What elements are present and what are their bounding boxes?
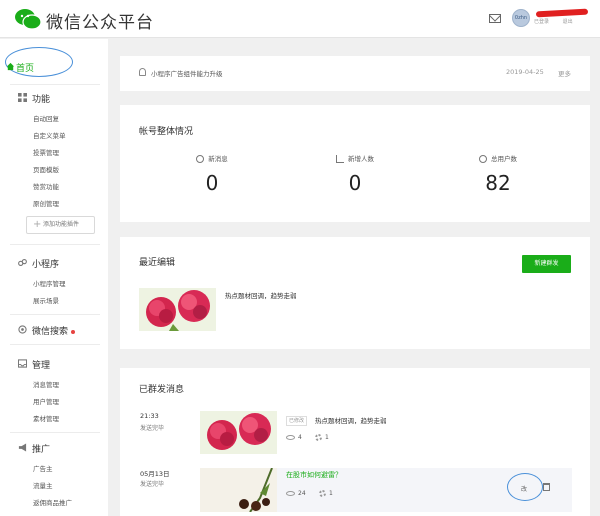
sidebar-group-promotion[interactable]: 推广 — [32, 442, 50, 455]
grid-icon — [18, 93, 27, 102]
megaphone-icon — [18, 443, 27, 452]
sent-messages-card: 已群发消息 21:33 发送完毕 已修改 热点题材回调，趋势走弱 4 1 05月… — [120, 368, 590, 516]
sidebar-group-manage[interactable]: 管理 — [32, 358, 50, 371]
stat-label: 新消息 — [152, 153, 272, 163]
logout-link[interactable]: 退出 — [563, 19, 573, 25]
views-metric: 24 — [286, 490, 306, 497]
notice-text[interactable]: 小程序广告组件能力升级 — [151, 68, 223, 78]
edit-button[interactable]: 改 — [521, 484, 527, 493]
like-icon — [319, 490, 326, 497]
add-plugin-label: 添加功能插件 — [43, 221, 80, 228]
article-thumbnail[interactable] — [139, 288, 216, 331]
likes-metric: 1 — [319, 490, 333, 497]
sent-status[interactable]: 发送完毕 — [140, 479, 164, 488]
sidebar-item-page-template[interactable]: 页面模版 — [33, 164, 59, 174]
divider — [10, 244, 100, 245]
sidebar-item-publisher[interactable]: 流量主 — [33, 480, 53, 490]
logged-in-label: 已登录 — [534, 19, 550, 25]
sidebar-group-wechat-search[interactable]: 微信搜索 — [32, 324, 76, 337]
stat-label: 总用户数 — [438, 153, 558, 163]
carnation-image — [200, 411, 277, 454]
stat-new-followers[interactable]: 新增人数 0 — [295, 153, 415, 195]
views-metric: 4 — [286, 434, 302, 441]
sidebar-group-mini-program[interactable]: 小程序 — [32, 257, 59, 270]
sent-status[interactable]: 发送完毕 — [140, 423, 164, 432]
divider — [10, 344, 100, 345]
mail-icon[interactable] — [489, 14, 501, 23]
add-plugin-button[interactable]: + 添加功能插件 — [26, 216, 95, 234]
modified-tag: 已修改 — [286, 416, 308, 426]
sidebar-item-custom-menu[interactable]: 自定义菜单 — [33, 130, 66, 140]
sidebar-item-material-manage[interactable]: 素材管理 — [33, 413, 59, 423]
notice-more-link[interactable]: 更多 — [558, 68, 571, 78]
divider — [10, 314, 100, 315]
sidebar-item-advertiser[interactable]: 广告主 — [33, 463, 53, 473]
notice-date: 2019-04-25 — [506, 68, 544, 76]
article-thumbnail[interactable] — [200, 411, 277, 454]
wechat-logo-icon — [15, 9, 42, 30]
search-badge-icon — [18, 325, 27, 334]
bell-icon — [139, 68, 146, 76]
stat-value: 0 — [205, 171, 219, 195]
home-icon — [6, 62, 15, 71]
sent-item-title[interactable]: 热点题材回调，趋势走弱 — [315, 415, 387, 425]
wechat-search-label: 微信搜索 — [32, 327, 69, 337]
recent-edits-card: 最近编辑 新建群发 热点题材回调，趋势走弱 — [120, 237, 590, 349]
eye-icon — [286, 435, 295, 440]
message-icon — [196, 155, 205, 163]
sidebar-group-features[interactable]: 功能 — [32, 92, 50, 105]
sent-time: 21:33 — [140, 412, 159, 420]
sidebar-item-vote[interactable]: 投票管理 — [33, 147, 59, 157]
likes-metric: 1 — [315, 434, 329, 441]
sidebar-item-home[interactable]: 首页 — [16, 61, 34, 74]
trash-icon[interactable] — [543, 483, 550, 491]
sent-title: 已群发消息 — [139, 385, 185, 395]
user-links: 已登录 退出 — [534, 18, 585, 25]
divider — [10, 432, 100, 433]
sidebar-item-auto-reply[interactable]: 自动回复 — [33, 113, 59, 123]
sidebar-item-original[interactable]: 原创管理 — [33, 198, 59, 208]
stat-value: 82 — [485, 171, 511, 195]
overview-title: 帐号整体情况 — [139, 127, 194, 137]
chestnut-image — [200, 468, 277, 512]
sidebar-item-display-scene[interactable]: 展示场景 — [33, 295, 59, 305]
account-overview-card: 帐号整体情况 新消息 0 新增人数 0 总用户数 82 — [120, 105, 590, 222]
user-icon — [479, 155, 487, 163]
trend-icon — [336, 155, 344, 163]
top-header: 微信公众平台 0zhn 已登录 退出 — [0, 0, 600, 38]
sent-time: 05月13日 — [140, 470, 170, 478]
new-broadcast-button[interactable]: 新建群发 — [522, 255, 571, 273]
stat-label: 新增人数 — [295, 153, 415, 163]
stat-new-messages[interactable]: 新消息 0 — [152, 153, 272, 195]
brand-title: 微信公众平台 — [46, 13, 154, 33]
recent-item-title[interactable]: 热点题材回调，趋势走弱 — [225, 290, 297, 300]
carnation-image — [139, 288, 216, 331]
recent-title: 最近编辑 — [139, 258, 176, 268]
sidebar: 首页 功能 自动回复 自定义菜单 投票管理 页面模版 赞赏功能 原创管理 + 添… — [0, 39, 108, 516]
avatar[interactable]: 0zhn — [512, 9, 530, 27]
stat-total-users[interactable]: 总用户数 82 — [438, 153, 558, 195]
user-name-redacted[interactable] — [535, 8, 589, 18]
link-icon — [18, 258, 27, 267]
sidebar-item-message-manage[interactable]: 消息管理 — [33, 379, 59, 389]
sidebar-item-user-manage[interactable]: 用户管理 — [33, 396, 59, 406]
article-thumbnail[interactable] — [200, 468, 277, 512]
notice-bar: 小程序广告组件能力升级 2019-04-25 更多 — [120, 56, 590, 91]
sidebar-item-commission[interactable]: 返佣商品推广 — [33, 497, 72, 507]
new-badge — [71, 329, 76, 334]
like-icon — [315, 434, 322, 441]
inbox-icon — [18, 359, 27, 368]
plus-icon: + — [33, 219, 42, 230]
sidebar-item-reward[interactable]: 赞赏功能 — [33, 181, 59, 191]
sent-item-title-link[interactable]: 在股市如何避雷？ — [286, 470, 342, 480]
stat-value: 0 — [348, 171, 362, 195]
sidebar-item-mini-program-manage[interactable]: 小程序管理 — [33, 278, 66, 288]
divider — [10, 84, 100, 85]
eye-icon — [286, 491, 295, 496]
